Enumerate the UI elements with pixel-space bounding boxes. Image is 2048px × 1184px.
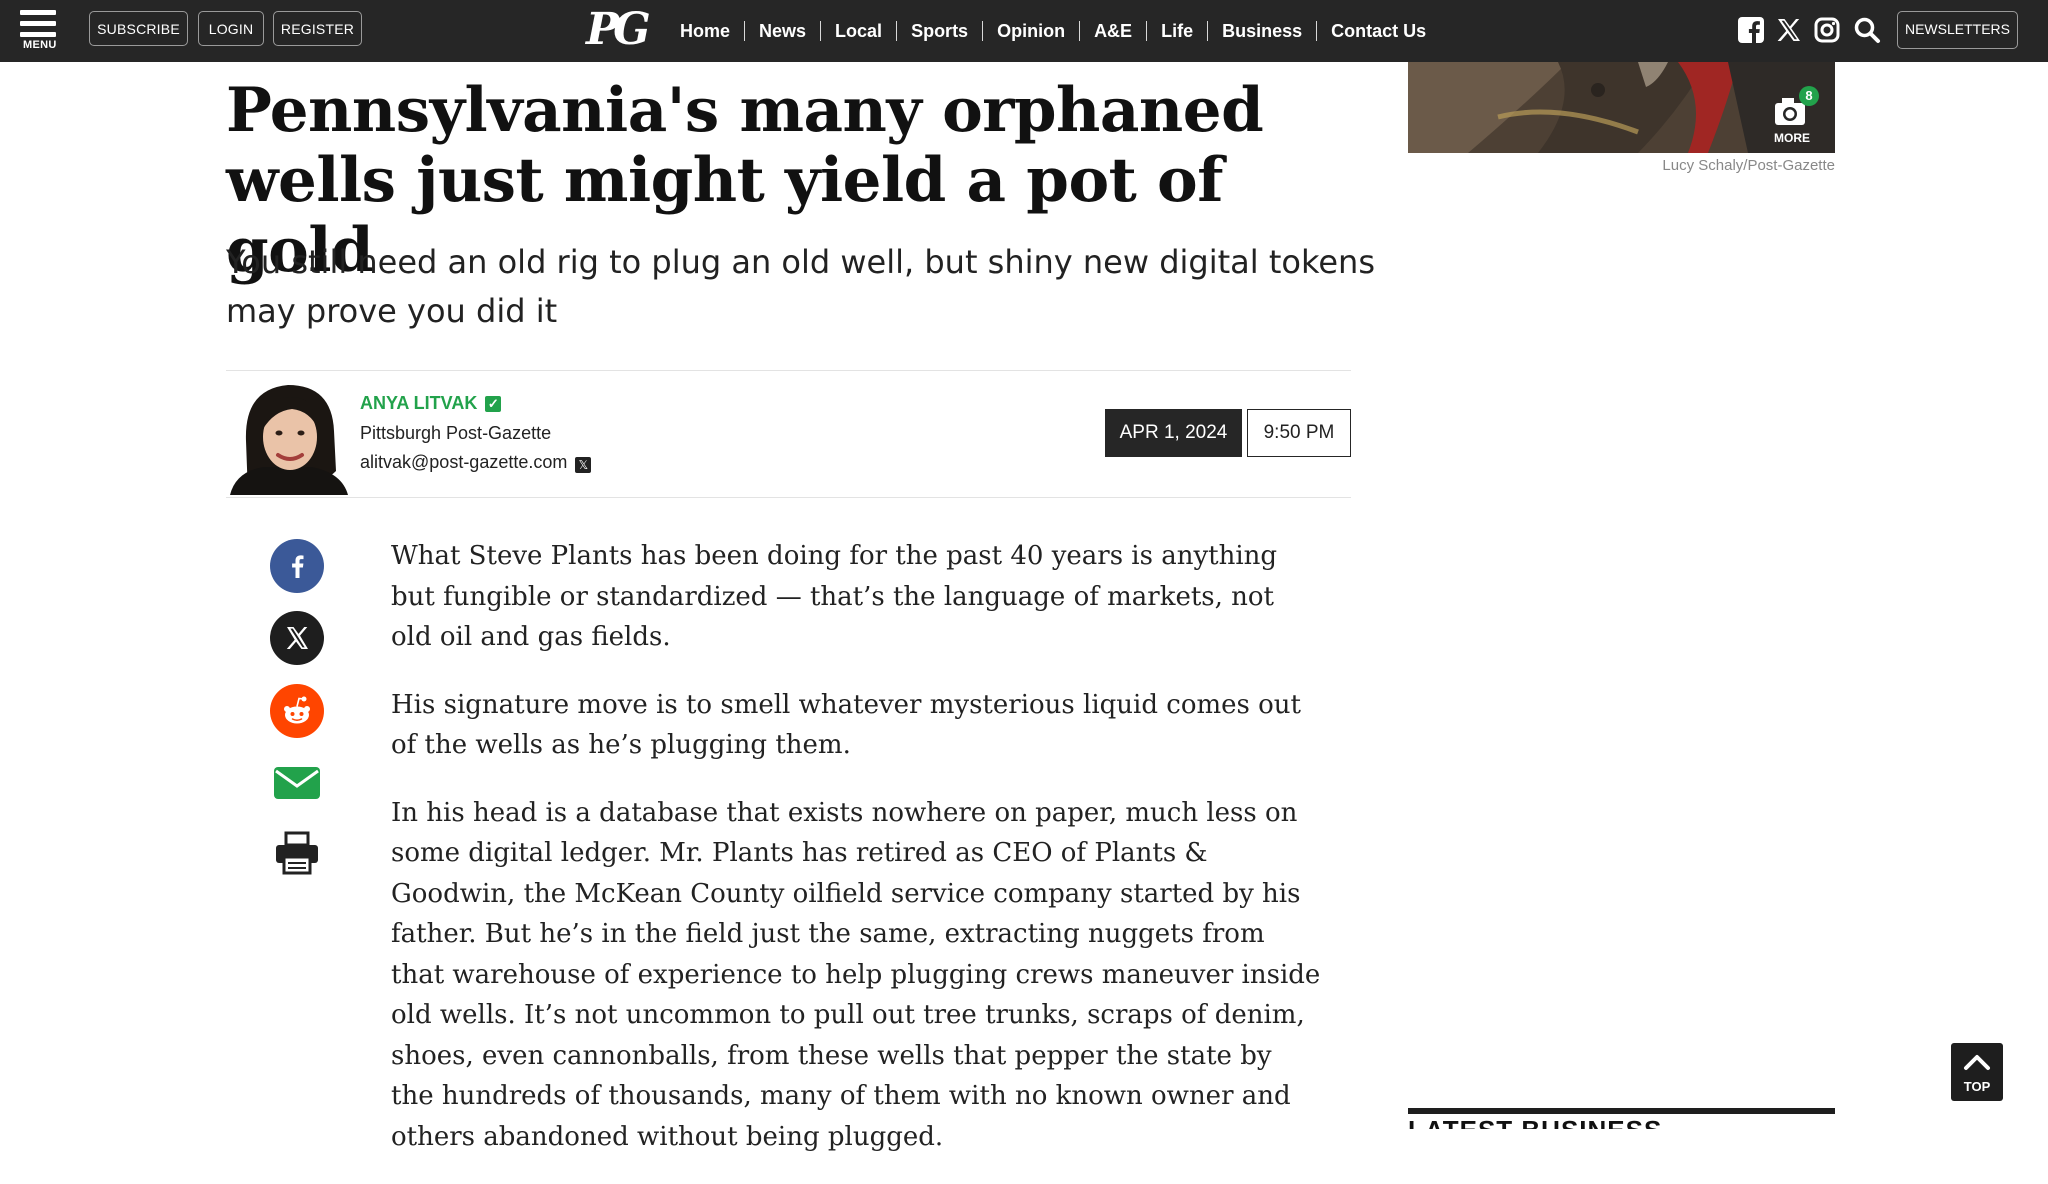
verified-check-icon: ✓ bbox=[485, 396, 502, 412]
x-icon[interactable] bbox=[1775, 16, 1803, 44]
nav-item-home[interactable]: Home bbox=[666, 21, 744, 41]
nav-item-life[interactable]: Life bbox=[1146, 21, 1207, 41]
more-photos-label[interactable]: MORE bbox=[1774, 131, 1810, 145]
nav-item-contact-us[interactable]: Contact Us bbox=[1316, 21, 1440, 41]
back-to-top-button[interactable]: TOP bbox=[1951, 1043, 2003, 1101]
author-organization: Pittsburgh Post-Gazette bbox=[360, 423, 552, 443]
facebook-icon[interactable] bbox=[1737, 16, 1765, 44]
reddit-icon bbox=[270, 684, 324, 738]
section-divider bbox=[1408, 1108, 1835, 1114]
article-subheadline: You still need an old rig to plug an old… bbox=[226, 243, 1375, 330]
menu-button[interactable]: MENU bbox=[20, 10, 58, 54]
login-button[interactable]: LOGIN bbox=[198, 11, 264, 46]
share-facebook-button[interactable] bbox=[270, 539, 324, 593]
photo-credit: Lucy Schaly/Post-Gazette bbox=[1662, 157, 1835, 174]
back-to-top-label: TOP bbox=[1963, 1079, 1991, 1094]
author-x-icon[interactable]: 𝕏 bbox=[575, 457, 592, 473]
print-icon bbox=[276, 831, 318, 875]
main-nav: Home News Local Sports Opinion A&E Life … bbox=[666, 0, 1440, 62]
nav-item-ae[interactable]: A&E bbox=[1079, 21, 1146, 41]
publish-time: 9:50 PM bbox=[1247, 409, 1351, 457]
nav-item-opinion[interactable]: Opinion bbox=[982, 21, 1079, 41]
x-icon bbox=[270, 611, 324, 665]
article-paragraph: His signature move is to smell whatever … bbox=[391, 689, 1301, 761]
author-email-row: alitvak@post-gazette.com 𝕏 bbox=[360, 452, 592, 473]
author-email[interactable]: alitvak@post-gazette.com bbox=[360, 452, 567, 472]
menu-label: MENU bbox=[23, 39, 57, 51]
chevron-up-icon bbox=[1964, 1055, 1990, 1070]
search-icon[interactable] bbox=[1853, 16, 1881, 44]
subscribe-button[interactable]: SUBSCRIBE bbox=[89, 11, 188, 46]
share-x-button[interactable] bbox=[270, 611, 324, 665]
author-name[interactable]: ANYA LITVAK bbox=[360, 393, 477, 413]
print-button[interactable] bbox=[270, 826, 324, 880]
hamburger-icon bbox=[20, 10, 56, 15]
nav-item-sports[interactable]: Sports bbox=[896, 21, 982, 41]
share-reddit-button[interactable] bbox=[270, 684, 324, 738]
nav-item-news[interactable]: News bbox=[744, 21, 820, 41]
byline: ANYA LITVAK ✓ Pittsburgh Post-Gazette ali… bbox=[226, 370, 1351, 498]
hamburger-bar bbox=[20, 32, 56, 37]
newsletters-button[interactable]: NEWSLETTERS bbox=[1897, 11, 2018, 49]
nav-item-business[interactable]: Business bbox=[1207, 21, 1316, 41]
top-navigation-bar: MENU SUBSCRIBE LOGIN REGISTER PG Home Ne… bbox=[0, 0, 2048, 62]
nav-item-local[interactable]: Local bbox=[820, 21, 896, 41]
pg-logo[interactable]: PG bbox=[586, 4, 651, 56]
publish-date: APR 1, 2024 bbox=[1105, 409, 1242, 457]
author-photo[interactable] bbox=[230, 371, 348, 495]
article-body: What Steve Plants has been doing for the… bbox=[391, 536, 1321, 1184]
latest-business-heading: LATEST BUSINESS bbox=[1408, 1115, 1662, 1129]
register-button[interactable]: REGISTER bbox=[273, 11, 362, 46]
share-email-button[interactable] bbox=[270, 756, 324, 810]
article-paragraph: In his head is a database that exists no… bbox=[391, 797, 1321, 1152]
photo-count-badge: 8 bbox=[1799, 86, 1819, 106]
author-name-row: ANYA LITVAK ✓ bbox=[360, 393, 502, 414]
hamburger-bar bbox=[20, 21, 56, 26]
email-icon bbox=[274, 767, 320, 799]
facebook-icon bbox=[270, 539, 324, 593]
instagram-icon[interactable] bbox=[1813, 16, 1841, 44]
article-paragraph: What Steve Plants has been doing for the… bbox=[391, 541, 1278, 652]
